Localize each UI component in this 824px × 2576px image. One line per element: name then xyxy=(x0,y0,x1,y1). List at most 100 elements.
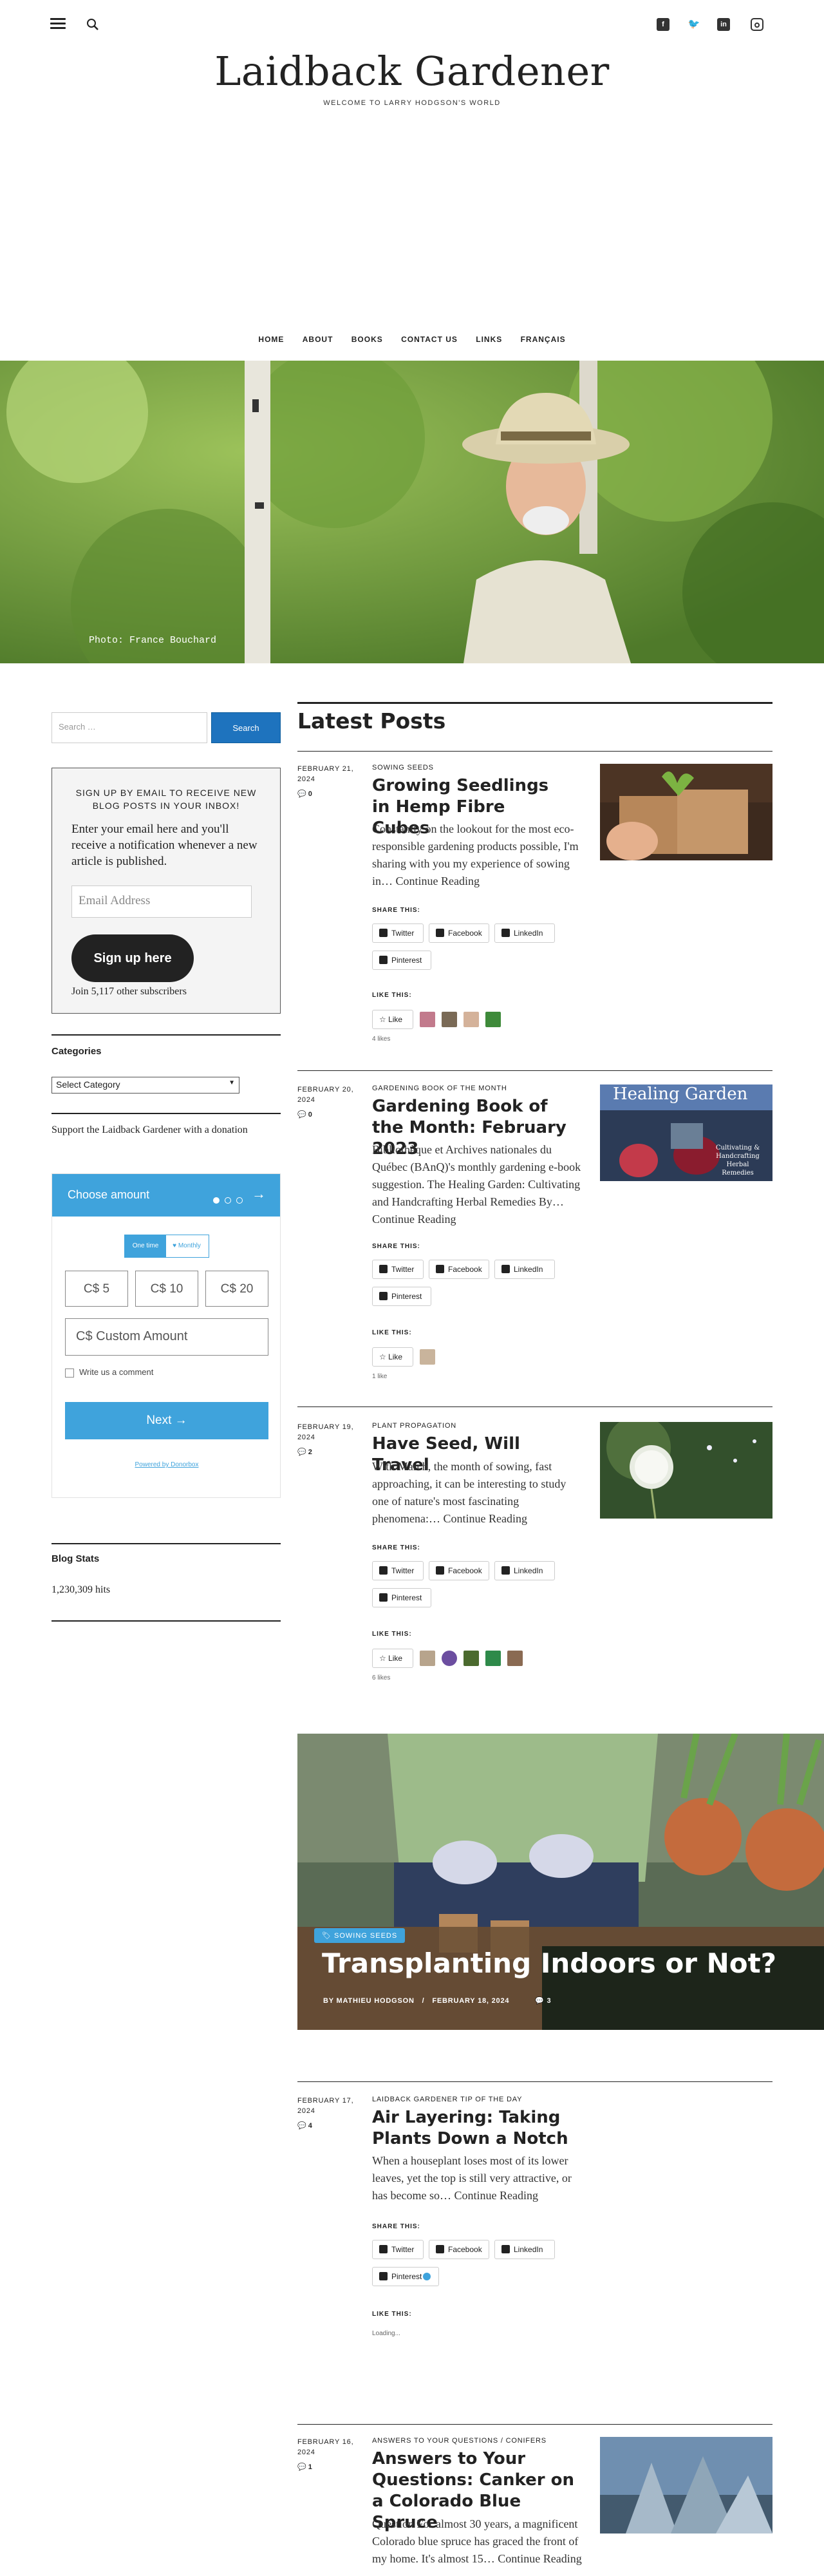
custom-amount-input[interactable]: C$ Custom Amount xyxy=(65,1318,268,1356)
email-field[interactable]: Email Address xyxy=(71,886,252,918)
avatar[interactable] xyxy=(507,1651,523,1666)
featured-post-image[interactable] xyxy=(297,1734,824,2030)
monthly-option[interactable]: ♥ Monthly xyxy=(166,1235,207,1257)
linkedin-share-button[interactable]: LinkedIn xyxy=(494,1561,555,1580)
linkedin-share-button[interactable]: LinkedIn xyxy=(494,923,555,943)
avatar[interactable] xyxy=(442,1012,457,1027)
post-category[interactable]: LAIDBACK GARDENER TIP OF THE DAY xyxy=(372,2096,522,2103)
avatar[interactable] xyxy=(464,1012,479,1027)
post-date: FEBRUARY 21, 2024 xyxy=(297,765,354,783)
twitter-share-button[interactable]: Twitter xyxy=(372,2240,424,2259)
pinterest-share-button[interactable]: Pinterest xyxy=(372,1588,431,1607)
comment-count-value: 1 xyxy=(308,2463,312,2471)
featured-meta: BY MATHIEU HODGSON / FEBRUARY 18, 2024 💬… xyxy=(323,1997,552,2005)
comment-count[interactable]: 💬 0 xyxy=(297,790,312,798)
comment-count[interactable]: 💬 2 xyxy=(297,1448,312,1456)
post-thumbnail[interactable] xyxy=(600,2437,772,2533)
like-button[interactable]: ☆ Like xyxy=(372,1649,413,1668)
powered-by-link[interactable]: Powered by Donorbox xyxy=(52,1461,281,1468)
frequency-toggle[interactable]: One time ♥ Monthly xyxy=(124,1235,209,1258)
twitter-share-label: Twitter xyxy=(391,1265,415,1274)
amount-option[interactable]: C$ 20 xyxy=(205,1271,268,1307)
pinterest-share-button[interactable]: Pinterest xyxy=(372,951,431,970)
tag-icon: 🏷 xyxy=(322,1932,335,1940)
nav-about[interactable]: ABOUT xyxy=(303,335,333,344)
comment-count[interactable]: 💬 1 xyxy=(297,2463,312,2471)
post-category[interactable]: GARDENING BOOK OF THE MONTH xyxy=(372,1084,507,1092)
search-input[interactable]: Search … xyxy=(52,712,207,743)
facebook-share-button[interactable]: Facebook xyxy=(429,2240,489,2259)
featured-comments[interactable]: 3 xyxy=(547,1997,552,2005)
post-category[interactable]: SOWING SEEDS xyxy=(372,764,434,772)
twitter-icon[interactable]: 🐦 xyxy=(688,18,700,31)
signup-button[interactable]: Sign up here xyxy=(71,934,194,982)
pinterest-share-button[interactable]: Pinterest xyxy=(372,1287,431,1306)
facebook-share-button[interactable]: Facebook xyxy=(429,1260,489,1279)
divider xyxy=(52,1620,281,1622)
linkedin-share-button[interactable]: LinkedIn xyxy=(494,2240,555,2259)
nav-francais[interactable]: FRANÇAIS xyxy=(521,335,566,344)
avatar[interactable] xyxy=(464,1651,479,1666)
featured-title[interactable]: Transplanting Indoors or Not? xyxy=(322,1947,776,1979)
nav-links[interactable]: LINKS xyxy=(476,335,502,344)
next-button[interactable]: Next → xyxy=(65,1402,268,1439)
chevron-down-icon: ▼ xyxy=(229,1079,235,1086)
facebook-share-label: Facebook xyxy=(448,1265,482,1274)
divider xyxy=(297,751,772,752)
post-category[interactable]: PLANT PROPAGATION xyxy=(372,1422,456,1430)
featured-category-badge[interactable]: 🏷 SOWING SEEDS xyxy=(314,1928,406,1943)
twitter-share-label: Twitter xyxy=(391,929,415,938)
avatar[interactable] xyxy=(442,1651,457,1666)
avatar[interactable] xyxy=(420,1651,435,1666)
pinterest-share-button[interactable]: Pinterest xyxy=(372,2267,439,2286)
categories-select[interactable]: Select Category ▼ xyxy=(52,1077,239,1094)
divider xyxy=(297,2081,772,2082)
arrow-right-icon[interactable]: → xyxy=(252,1186,266,1202)
comment-checkbox[interactable]: Write us a comment xyxy=(65,1367,153,1378)
twitter-share-button[interactable]: Twitter xyxy=(372,923,424,943)
nav-contact[interactable]: CONTACT US xyxy=(401,335,458,344)
post-title[interactable]: Air Layering: Taking Plants Down a Notch xyxy=(372,2107,578,2150)
amount-option[interactable]: C$ 10 xyxy=(135,1271,198,1307)
subscriber-count: Join 5,117 other subscribers xyxy=(71,986,187,997)
facebook-icon[interactable]: f xyxy=(657,18,670,31)
like-label: LIKE THIS: xyxy=(372,1631,412,1638)
divider xyxy=(297,2424,772,2425)
menu-icon[interactable] xyxy=(50,18,66,30)
nav-books[interactable]: BOOKS xyxy=(351,335,383,344)
comment-count[interactable]: 💬 0 xyxy=(297,1110,312,1119)
facebook-share-button[interactable]: Facebook xyxy=(429,1561,489,1580)
facebook-icon xyxy=(436,1265,444,1273)
share-label: SHARE THIS: xyxy=(372,1243,420,1250)
nav-home[interactable]: HOME xyxy=(258,335,284,344)
instagram-icon[interactable] xyxy=(751,18,763,31)
linkedin-share-button[interactable]: LinkedIn xyxy=(494,1260,555,1279)
featured-date: FEBRUARY 18, 2024 xyxy=(432,1997,510,2005)
search-icon[interactable] xyxy=(86,18,99,31)
linkedin-icon[interactable]: in xyxy=(717,18,730,31)
facebook-share-button[interactable]: Facebook xyxy=(429,923,489,943)
comment-count[interactable]: 💬 4 xyxy=(297,2121,312,2130)
site-title[interactable]: Laidback Gardener xyxy=(0,48,824,95)
post-thumbnail[interactable] xyxy=(600,1422,772,1519)
post-thumbnail[interactable] xyxy=(600,764,772,860)
avatar[interactable] xyxy=(485,1651,501,1666)
twitter-share-button[interactable]: Twitter xyxy=(372,1561,424,1580)
linkedin-share-label: LinkedIn xyxy=(514,1265,543,1274)
like-button[interactable]: ☆ Like xyxy=(372,1347,413,1367)
donation-widget: Choose amount → One time ♥ Monthly C$ 5 C… xyxy=(52,1173,281,1498)
like-button[interactable]: ☆ Like xyxy=(372,1010,413,1029)
avatar[interactable] xyxy=(420,1012,435,1027)
post-excerpt: Constantly on the lookout for the most e… xyxy=(372,822,579,887)
avatar[interactable] xyxy=(420,1349,435,1365)
post-thumbnail[interactable]: Healing Garden Cultivating & Handcraftin… xyxy=(600,1084,772,1181)
amount-option[interactable]: C$ 5 xyxy=(65,1271,128,1307)
post-category[interactable]: ANSWERS TO YOUR QUESTIONS / CONIFERS xyxy=(372,2437,547,2445)
search-button[interactable]: Search xyxy=(211,712,281,743)
comment-icon: 💬 xyxy=(297,1448,306,1456)
twitter-share-button[interactable]: Twitter xyxy=(372,1260,424,1279)
featured-author[interactable]: BY MATHIEU HODGSON xyxy=(323,1997,415,2005)
avatar[interactable] xyxy=(485,1012,501,1027)
one-time-option[interactable]: One time xyxy=(125,1235,166,1257)
twitter-icon xyxy=(379,929,388,937)
